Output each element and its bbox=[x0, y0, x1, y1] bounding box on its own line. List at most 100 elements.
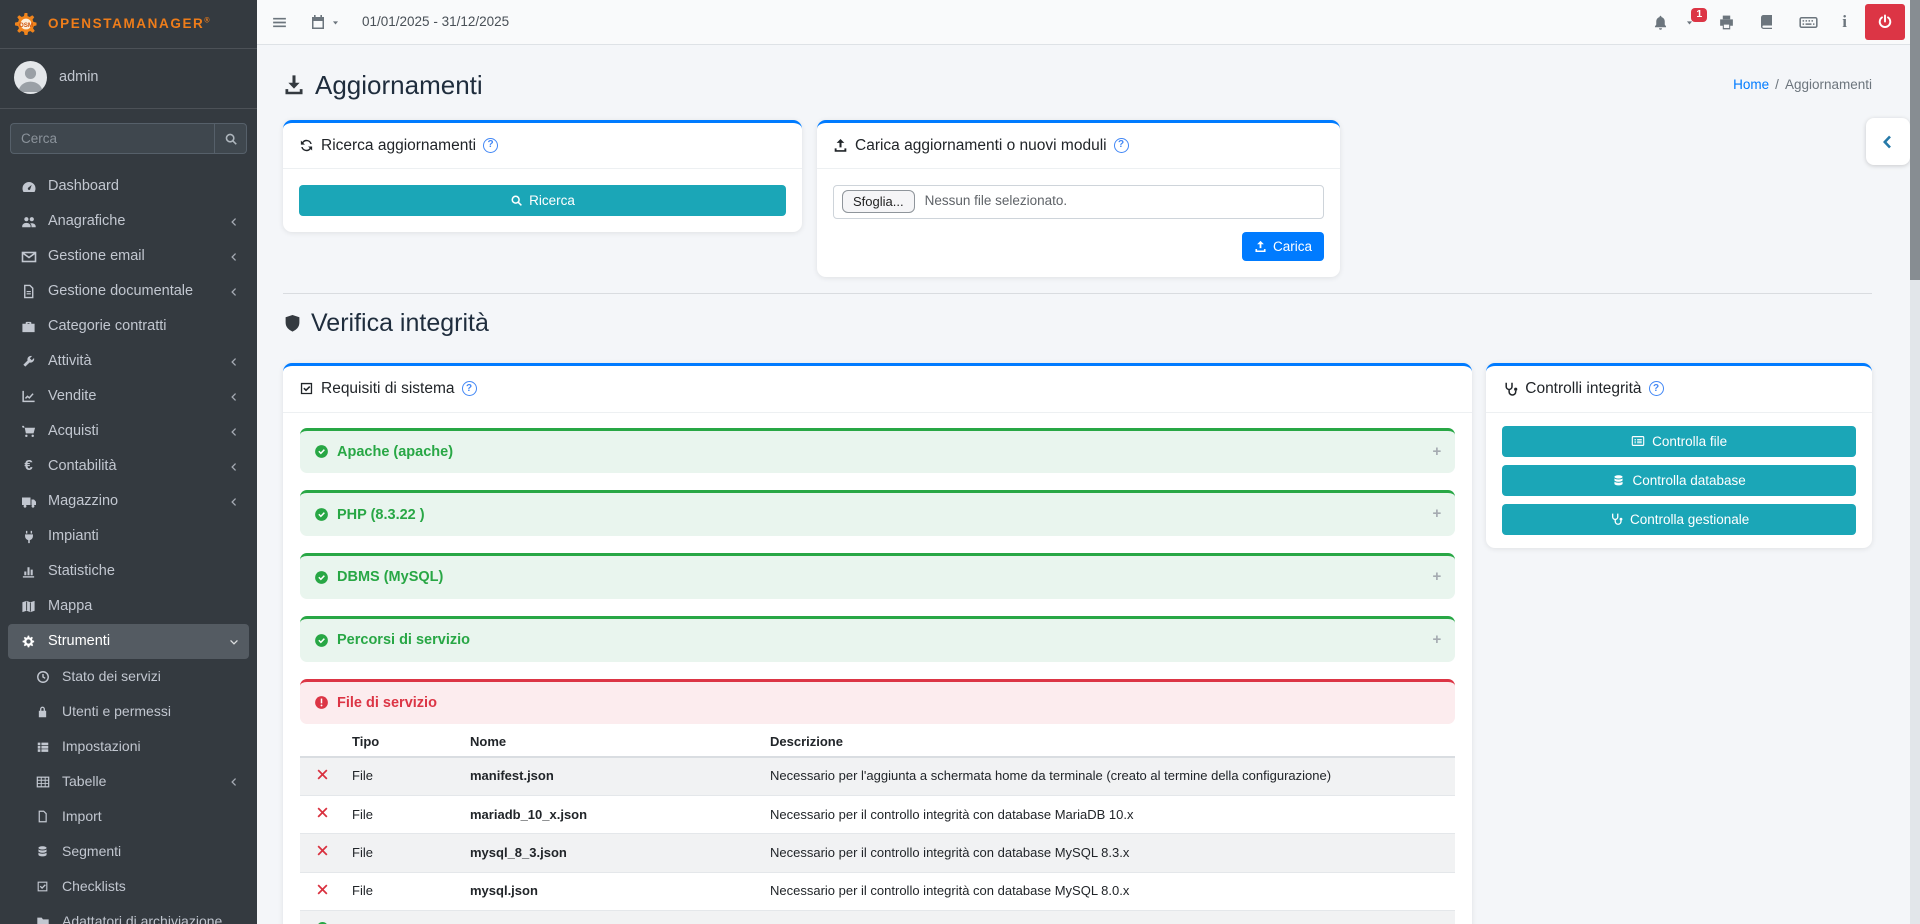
sidebar-item-checklists[interactable]: Checklists bbox=[8, 869, 249, 904]
table-row bbox=[300, 910, 1455, 924]
map-icon bbox=[18, 599, 39, 614]
sidebar-item-impianti[interactable]: Impianti bbox=[8, 519, 249, 554]
sidebar-item-contabilita[interactable]: € Contabilità bbox=[8, 449, 249, 484]
sidebar-item-segmenti[interactable]: Segmenti bbox=[8, 834, 249, 869]
print-button[interactable] bbox=[1718, 14, 1735, 31]
sidebar-item-statistiche[interactable]: Statistiche bbox=[8, 554, 249, 589]
upload-icon bbox=[833, 138, 848, 153]
plus-icon[interactable]: + bbox=[1432, 505, 1441, 524]
service-files-table: Tipo Nome Descrizione File manifest.json… bbox=[300, 728, 1455, 924]
check-circle-icon bbox=[314, 570, 329, 585]
check-percorsi[interactable]: Percorsi di servizio + bbox=[300, 616, 1455, 662]
sidebar-item-import[interactable]: Import bbox=[8, 799, 249, 834]
docs-button[interactable] bbox=[1759, 14, 1775, 30]
plug-icon bbox=[18, 530, 39, 544]
sidebar-toggle-button[interactable] bbox=[271, 14, 288, 31]
user-panel[interactable]: admin bbox=[0, 49, 257, 109]
question-circle-icon[interactable]: ? bbox=[483, 138, 498, 153]
svg-text:OSM: OSM bbox=[19, 22, 33, 29]
sidebar-item-attivita[interactable]: Attività bbox=[8, 344, 249, 379]
file-input-placeholder: Nessun file selezionato. bbox=[925, 193, 1068, 210]
plus-icon[interactable]: + bbox=[1432, 443, 1441, 462]
shortcuts-button[interactable] bbox=[1799, 13, 1818, 32]
envelope-icon bbox=[18, 249, 39, 265]
chevron-left-icon bbox=[229, 252, 239, 262]
controlla-gestionale-button[interactable]: Controlla gestionale bbox=[1502, 504, 1856, 535]
system-requirements-body: Apache (apache) + PHP (8.3.22 ) + DBMS (… bbox=[283, 413, 1472, 924]
breadcrumb-home-link[interactable]: Home bbox=[1733, 77, 1769, 92]
sidebar-search bbox=[10, 123, 247, 154]
system-requirements-card: Requisiti di sistema ? Apache (apache) +… bbox=[283, 363, 1472, 924]
check-file-di-servizio[interactable]: File di servizio bbox=[300, 679, 1455, 724]
info-icon: i bbox=[1842, 11, 1847, 32]
sidebar-item-tabelle[interactable]: Tabelle bbox=[8, 764, 249, 799]
sync-icon bbox=[299, 138, 314, 153]
check-circle-icon bbox=[314, 507, 329, 522]
logout-button[interactable] bbox=[1865, 4, 1905, 40]
chevron-left-icon bbox=[229, 217, 239, 227]
info-button[interactable]: i bbox=[1842, 11, 1847, 32]
plus-icon[interactable]: + bbox=[1432, 631, 1441, 650]
content: Aggiornamenti Home/Aggiornamenti Ricerca… bbox=[257, 45, 1910, 924]
calendar-button[interactable] bbox=[310, 14, 340, 30]
username: admin bbox=[59, 68, 99, 86]
browse-button[interactable]: Sfoglia... bbox=[842, 190, 915, 213]
scrollbar-thumb[interactable] bbox=[1910, 0, 1920, 280]
sidebar-item-mappa[interactable]: Mappa bbox=[8, 589, 249, 624]
sidebar-item-gestione-documentale[interactable]: Gestione documentale bbox=[8, 274, 249, 309]
plus-icon[interactable]: + bbox=[1432, 568, 1441, 587]
chevron-left-icon bbox=[229, 392, 239, 402]
check-dbms[interactable]: DBMS (MySQL) + bbox=[300, 553, 1455, 599]
search-input[interactable] bbox=[10, 123, 214, 154]
sidebar-item-vendite[interactable]: Vendite bbox=[8, 379, 249, 414]
sidebar-item-gestione-email[interactable]: Gestione email bbox=[8, 239, 249, 274]
euro-icon: € bbox=[18, 457, 39, 476]
brand[interactable]: OSM OpenSTAManager® bbox=[0, 0, 257, 49]
upload-actions: Carica bbox=[833, 232, 1324, 261]
truck-icon bbox=[18, 494, 39, 510]
breadcrumb: Home/Aggiornamenti bbox=[1733, 77, 1872, 94]
sidebar-item-dashboard[interactable]: Dashboard bbox=[8, 169, 249, 204]
notifications-button[interactable]: 1 bbox=[1652, 14, 1694, 31]
col-descrizione: Descrizione bbox=[762, 728, 1455, 757]
check-square-icon bbox=[32, 880, 53, 893]
chart-line-icon bbox=[18, 389, 39, 404]
table-row: File mariadb_10_x.json Necessario per il… bbox=[300, 796, 1455, 834]
sidebar-item-impostazioni[interactable]: Impostazioni bbox=[8, 729, 249, 764]
database-icon bbox=[1612, 474, 1625, 487]
search-updates-card: Ricerca aggiornamenti ? Ricerca bbox=[283, 120, 802, 232]
widgets-panel-toggle[interactable] bbox=[1866, 118, 1910, 165]
controlla-database-button[interactable]: Controlla database bbox=[1502, 465, 1856, 496]
search-button[interactable] bbox=[214, 123, 247, 154]
upload-updates-header: Carica aggiornamenti o nuovi moduli ? bbox=[817, 123, 1340, 169]
sidebar-item-adattatori-di-archiviazione[interactable]: Adattatori di archiviazione bbox=[8, 904, 249, 924]
file-input[interactable]: Sfoglia... Nessun file selezionato. bbox=[833, 185, 1324, 219]
carica-button[interactable]: Carica bbox=[1242, 232, 1324, 261]
chevron-left-icon bbox=[229, 462, 239, 472]
controlla-file-button[interactable]: Controlla file bbox=[1502, 426, 1856, 457]
sidebar-item-utenti-e-permessi[interactable]: Utenti e permessi bbox=[8, 694, 249, 729]
sidebar-item-anagrafiche[interactable]: Anagrafiche bbox=[8, 204, 249, 239]
date-range[interactable]: 01/01/2025 - 31/12/2025 bbox=[362, 14, 509, 31]
sidebar-item-categorie-contratti[interactable]: Categorie contratti bbox=[8, 309, 249, 344]
chevron-left-icon bbox=[1880, 134, 1896, 150]
check-apache[interactable]: Apache (apache) + bbox=[300, 428, 1455, 474]
file-icon bbox=[32, 810, 53, 823]
question-circle-icon[interactable]: ? bbox=[1114, 138, 1129, 153]
sidebar-item-acquisti[interactable]: Acquisti bbox=[8, 414, 249, 449]
page-header: Aggiornamenti Home/Aggiornamenti bbox=[283, 69, 1872, 102]
check-php[interactable]: PHP (8.3.22 ) + bbox=[300, 490, 1455, 536]
sidebar-item-magazzino[interactable]: Magazzino bbox=[8, 484, 249, 519]
upload-icon bbox=[1254, 240, 1267, 253]
table-row: File mysql_8_3.json Necessario per il co… bbox=[300, 834, 1455, 872]
ricerca-button[interactable]: Ricerca bbox=[299, 185, 786, 216]
list-icon bbox=[32, 740, 53, 754]
question-circle-icon[interactable]: ? bbox=[462, 381, 477, 396]
question-circle-icon[interactable]: ? bbox=[1649, 381, 1664, 396]
sidebar-item-strumenti[interactable]: Strumenti bbox=[8, 624, 249, 659]
notification-badge: 1 bbox=[1691, 8, 1707, 23]
sidebar-item-stato-dei-servizi[interactable]: Stato dei servizi bbox=[8, 659, 249, 694]
integrity-controls-header: Controlli integrità ? bbox=[1486, 366, 1872, 412]
col-tipo: Tipo bbox=[344, 728, 462, 757]
update-cards-row: Ricerca aggiornamenti ? Ricerca Carica a… bbox=[283, 120, 1872, 277]
